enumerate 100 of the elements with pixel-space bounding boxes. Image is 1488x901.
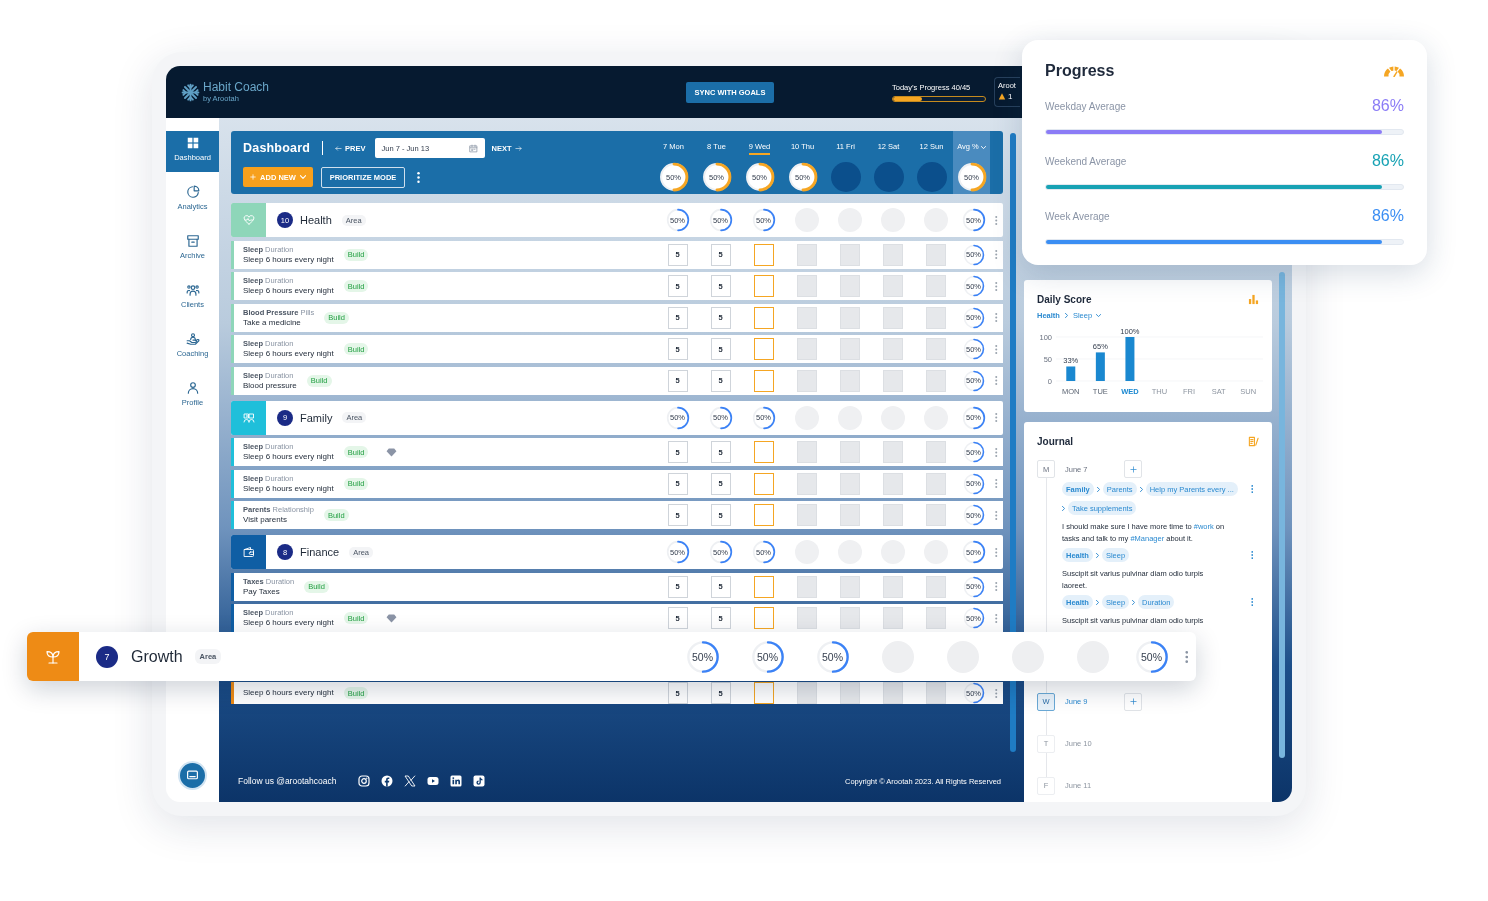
average-label: Weekend Average <box>1045 156 1127 169</box>
locked-field <box>839 243 860 266</box>
entry-field[interactable] <box>753 275 774 297</box>
kebab-menu-icon[interactable] <box>995 479 998 488</box>
habit-title: Sleep 6 hours every night <box>243 618 334 628</box>
entry-field[interactable] <box>753 369 774 392</box>
chevron-down-icon <box>980 145 986 149</box>
locked-field <box>882 338 903 360</box>
chevron-right-icon <box>1095 599 1099 605</box>
kebab-menu-icon[interactable] <box>995 250 998 259</box>
scrollbar[interactable] <box>1279 272 1285 758</box>
scrollbar[interactable] <box>1010 133 1016 752</box>
follow-text: Follow us @arootahcoach <box>238 776 337 786</box>
locked-field <box>882 575 903 598</box>
kebab-menu-icon[interactable] <box>1250 485 1253 493</box>
locked-field <box>839 369 860 392</box>
locked-field <box>796 607 817 629</box>
archive-box-icon <box>185 234 200 248</box>
locked-field <box>882 275 903 297</box>
habit-title: Sleep 6 hours every night <box>243 452 334 462</box>
facebook-icon[interactable] <box>381 775 394 787</box>
kebab-menu-icon[interactable] <box>995 582 998 591</box>
locked-field <box>839 607 860 629</box>
add-entry-button[interactable] <box>1124 692 1142 711</box>
chevron-down-icon <box>299 175 306 179</box>
plus-icon <box>250 174 257 180</box>
calendar-icon <box>468 143 478 153</box>
chat-icon <box>186 769 199 782</box>
heart-pulse-icon <box>242 214 255 226</box>
kebab-menu-icon[interactable] <box>995 688 998 698</box>
kebab-menu-icon[interactable] <box>1250 598 1253 606</box>
gauge-icon <box>1384 65 1404 77</box>
locked-field <box>796 504 817 526</box>
average-value: 86% <box>1371 97 1404 115</box>
kebab-menu-icon[interactable] <box>995 313 998 322</box>
kebab-menu-icon[interactable] <box>995 547 998 557</box>
kebab-menu-icon[interactable] <box>995 281 998 291</box>
locked-field <box>925 441 946 463</box>
area-name: Growth <box>131 647 183 666</box>
locked-field <box>839 682 860 704</box>
locked-field <box>796 472 817 495</box>
habit-title: Visit parents <box>243 515 288 525</box>
kebab-menu-icon[interactable] <box>995 376 998 385</box>
habit-title: Sleep 6 hours every night <box>243 349 334 359</box>
locked-field <box>882 682 903 704</box>
entry-field[interactable] <box>753 306 774 329</box>
area-name: Finance <box>300 546 340 558</box>
progress-ring: 50% <box>815 639 850 674</box>
progress-ring: 50% <box>685 639 720 674</box>
kebab-menu-icon[interactable] <box>995 447 998 457</box>
entry-field[interactable] <box>753 607 774 629</box>
kebab-menu-icon[interactable] <box>995 510 998 520</box>
kebab-menu-icon[interactable] <box>995 413 998 422</box>
instagram-icon[interactable] <box>358 775 371 787</box>
average-value: 86% <box>1371 152 1404 170</box>
entry-field[interactable] <box>753 243 774 266</box>
locked-field <box>839 306 860 329</box>
linkedin-icon[interactable] <box>450 775 463 787</box>
warning-triangle-icon <box>998 93 1006 100</box>
app-name: Habit Coach <box>203 81 270 94</box>
x-icon[interactable] <box>404 775 417 787</box>
locked-field <box>839 441 860 463</box>
locked-field <box>925 243 946 266</box>
people-icon <box>185 283 200 297</box>
add-entry-button[interactable] <box>1124 460 1142 478</box>
kebab-menu-icon[interactable] <box>995 344 998 354</box>
youtube-icon[interactable] <box>427 775 440 787</box>
arrow-right-icon <box>514 144 522 152</box>
entry-field[interactable] <box>753 504 774 526</box>
habit-title: Blood pressure <box>243 380 297 391</box>
entry-field[interactable] <box>753 338 774 360</box>
bar-chart-icon <box>1248 293 1259 305</box>
tiktok-icon[interactable] <box>473 775 486 787</box>
entry-field[interactable] <box>753 682 774 704</box>
score-bar <box>1066 366 1076 381</box>
locked-field <box>796 243 817 266</box>
average-value: 86% <box>1371 207 1404 225</box>
person-icon <box>185 381 200 395</box>
card-title: Progress <box>1045 62 1115 80</box>
locked-field <box>796 441 817 463</box>
kebab-menu-icon[interactable] <box>417 171 420 183</box>
average-label: Week Average <box>1045 211 1110 224</box>
plus-icon <box>1129 465 1137 473</box>
entry-field[interactable] <box>753 441 774 463</box>
entry-field[interactable] <box>753 472 774 495</box>
locked-field <box>839 504 860 526</box>
locked-field <box>839 575 860 598</box>
habit-title: Pay Taxes <box>243 586 281 597</box>
locked-field <box>796 338 817 360</box>
chevron-right-icon <box>1132 599 1136 605</box>
kebab-menu-icon[interactable] <box>995 215 998 225</box>
chat-button[interactable] <box>178 761 207 790</box>
user-count: 1 <box>1008 92 1013 101</box>
locked-field <box>882 243 903 266</box>
locked-field <box>796 575 817 598</box>
kebab-menu-icon[interactable] <box>1250 551 1253 559</box>
entry-field[interactable] <box>753 575 774 598</box>
kebab-menu-icon[interactable] <box>1184 650 1189 663</box>
kebab-menu-icon[interactable] <box>995 613 998 623</box>
arrow-left-icon <box>335 144 343 152</box>
